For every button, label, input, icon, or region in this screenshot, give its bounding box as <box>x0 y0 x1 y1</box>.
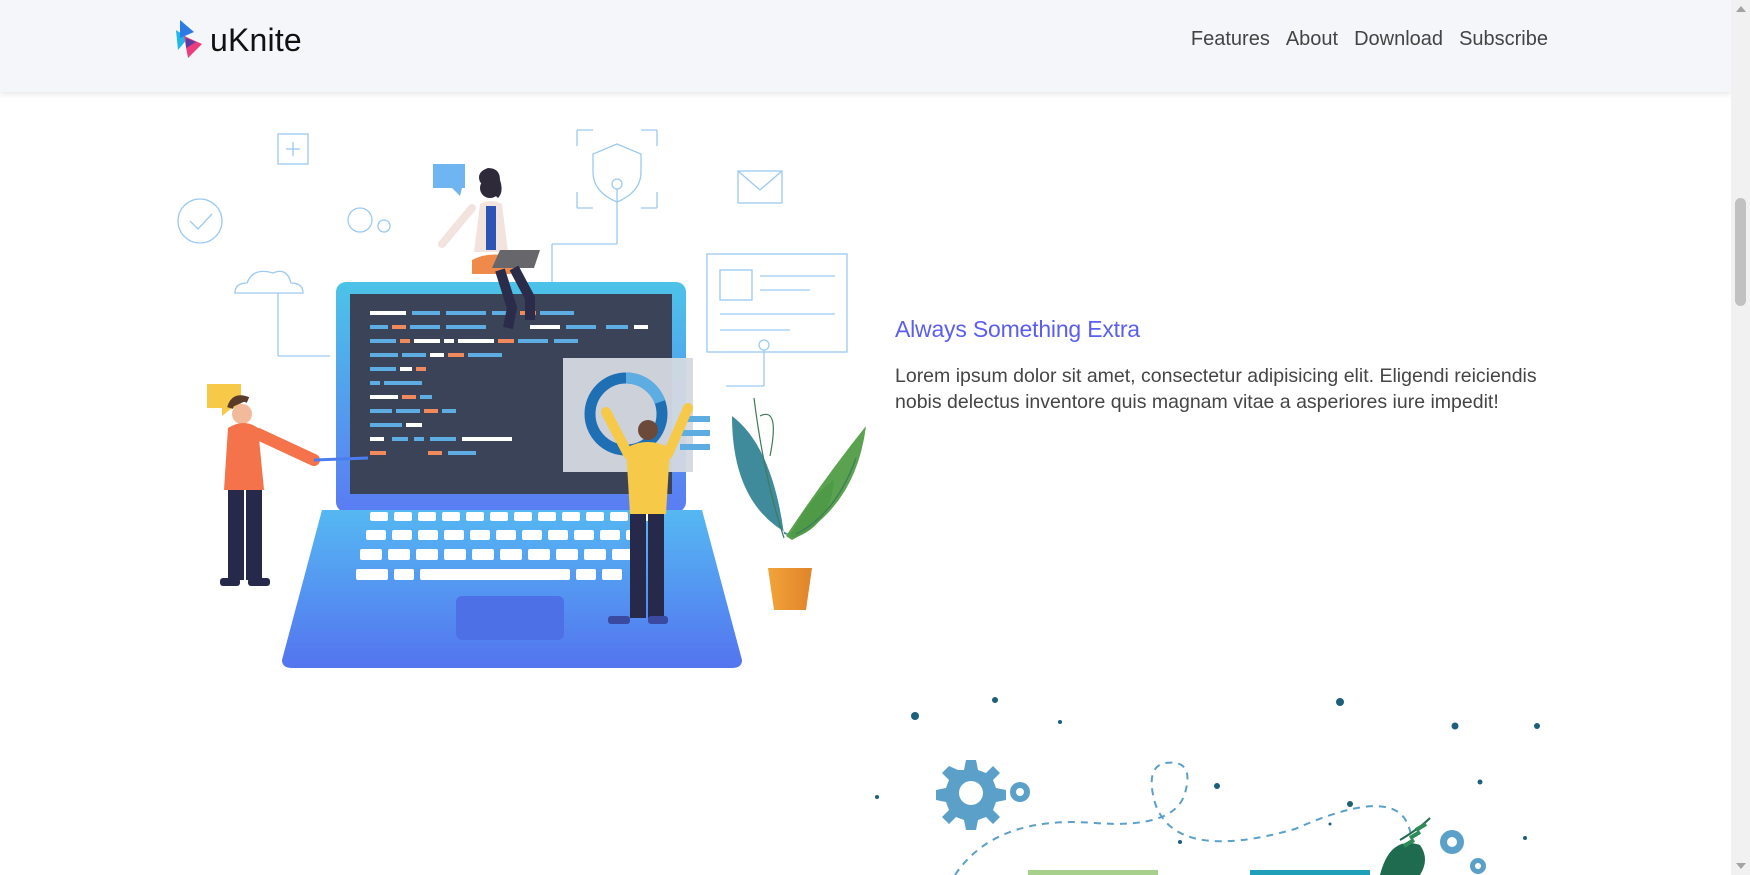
brand-name: uKnite <box>210 21 302 58</box>
scrollbar-down-arrow-icon[interactable] <box>1736 863 1746 869</box>
logo-icon <box>176 20 202 58</box>
gears-illustration <box>875 697 1540 875</box>
nav-link-about[interactable]: About <box>1286 28 1338 51</box>
nav-link-features[interactable]: Features <box>1191 28 1270 51</box>
brand-logo[interactable]: uKnite <box>174 18 302 62</box>
nav-link-download[interactable]: Download <box>1354 28 1443 51</box>
nav-link-subscribe[interactable]: Subscribe <box>1459 28 1548 51</box>
feature-title: Always Something Extra <box>895 316 1140 342</box>
scrollbar-thumb[interactable] <box>1735 198 1746 306</box>
scrollbar-up-arrow-icon[interactable] <box>1736 6 1746 12</box>
laptop-team-illustration <box>177 129 866 668</box>
main-nav: Features About Download Subscribe <box>1191 28 1548 51</box>
feature-section: Always Something Extra Lorem ipsum dolor… <box>895 316 1555 415</box>
vertical-scrollbar[interactable] <box>1731 0 1750 875</box>
navbar: uKnite Features About Download Subscribe <box>0 0 1731 92</box>
feature-description: Lorem ipsum dolor sit amet, consectetur … <box>895 365 1537 413</box>
